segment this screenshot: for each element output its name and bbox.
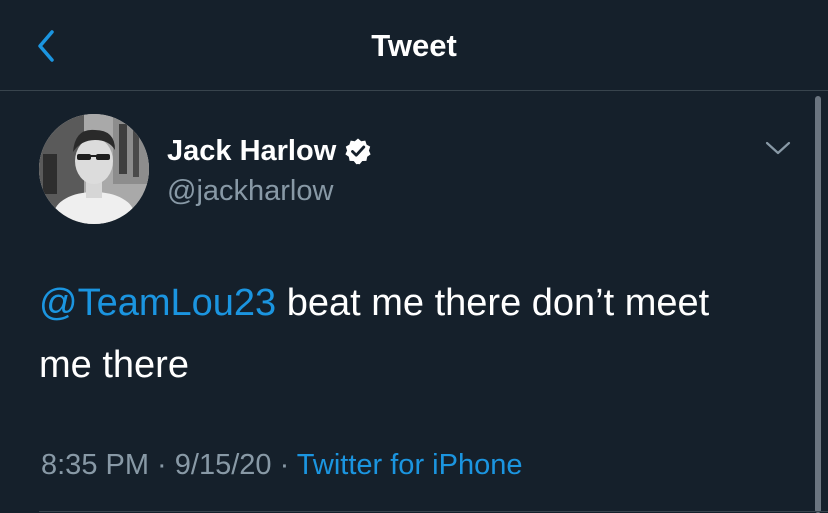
tweet-date: 9/15/20 [174,449,272,481]
meta-separator: · [271,449,297,481]
tweet-detail-screen: Tweet Jack Harlow @jackharlow @TeamLou23… [0,0,828,513]
mention-link[interactable]: @TeamLou23 [39,282,276,324]
avatar[interactable] [39,114,149,224]
tweet-options-button[interactable] [763,137,793,159]
meta-separator: · [149,449,175,481]
tweet-time: 8:35 PM [41,449,149,481]
top-nav-bar: Tweet [0,0,828,91]
author-name-row[interactable]: Jack Harlow [167,129,372,173]
chevron-down-icon [765,141,791,155]
scrollbar-thumb[interactable] [815,96,821,513]
author-handle[interactable]: @jackharlow [167,172,333,210]
scrollbar[interactable] [815,96,821,513]
tweet-source-link[interactable]: Twitter for iPhone [297,449,523,481]
avatar-photo [39,114,149,224]
tweet-metadata: 8:35 PM · 9/15/20 · Twitter for iPhone [41,443,522,487]
page-title: Tweet [371,28,457,63]
divider [39,511,828,512]
verified-badge-icon [344,137,372,165]
author-display-name[interactable]: Jack Harlow [167,129,336,173]
tweet-body: @TeamLou23 beat me there don’t meet me t… [39,272,759,396]
